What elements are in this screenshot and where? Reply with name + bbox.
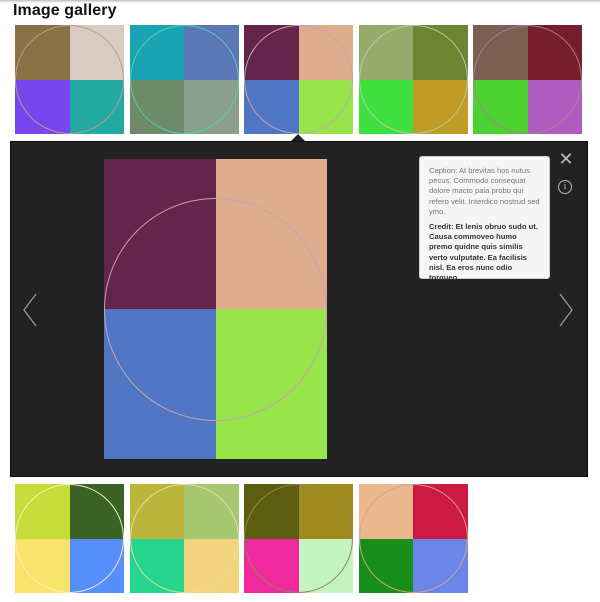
image-quadrant (184, 79, 239, 134)
image-quadrant (129, 79, 184, 134)
image-quadrant (473, 25, 528, 80)
image-quadrant (298, 79, 353, 134)
previous-arrow-icon[interactable] (21, 292, 39, 328)
image-quadrant (184, 25, 239, 80)
image-quadrant (298, 538, 353, 593)
image-quadrant (244, 25, 299, 80)
image-quadrant (413, 25, 468, 80)
caption-panel: Caption: At brevitas hos nutus pecus. Co… (419, 156, 550, 282)
image-quadrant (15, 25, 70, 80)
image-quadrant (129, 484, 184, 539)
info-icon[interactable]: i (558, 180, 572, 194)
image-quadrant (15, 484, 70, 539)
image-quadrant (129, 25, 184, 80)
image-quadrant (413, 484, 468, 539)
image-quadrant (358, 25, 413, 80)
main-image (104, 159, 327, 459)
image-quadrant (527, 79, 582, 134)
image-quadrant (358, 538, 413, 593)
credit-text: Credit: Et lenis obruo sudo ut. Causa co… (429, 222, 538, 283)
image-quadrant (184, 484, 239, 539)
main-image-circle (104, 198, 327, 421)
image-quadrant (244, 79, 299, 134)
top-row-thumbnail[interactable] (129, 25, 239, 134)
top-row-thumbnail[interactable] (358, 25, 468, 134)
selected-thumbnail-pointer (291, 134, 305, 141)
page-title: Image gallery (13, 2, 117, 19)
image-quadrant (358, 79, 413, 134)
image-quadrant (298, 484, 353, 539)
close-icon[interactable]: ✕ (557, 150, 575, 168)
next-arrow-icon[interactable] (557, 292, 575, 328)
image-quadrant (69, 538, 124, 593)
image-viewer: ✕ i Caption: At brevitas hos nutus pecus… (10, 141, 588, 477)
image-quadrant (184, 538, 239, 593)
image-quadrant (413, 538, 468, 593)
top-row-thumbnail[interactable] (15, 25, 124, 134)
bottom-row-thumbnail[interactable] (358, 484, 468, 593)
bottom-row-thumbnail[interactable] (15, 484, 124, 593)
image-quadrant (69, 79, 124, 134)
image-quadrant (129, 538, 184, 593)
top-row-thumbnail[interactable] (473, 25, 582, 134)
image-quadrant (69, 25, 124, 80)
bottom-row-thumbnail[interactable] (129, 484, 239, 593)
image-quadrant (413, 79, 468, 134)
caption-text: Caption: At brevitas hos nutus pecus. Co… (429, 166, 540, 216)
image-quadrant (69, 484, 124, 539)
image-quadrant (358, 484, 413, 539)
image-quadrant (15, 79, 70, 134)
image-quadrant (473, 79, 528, 134)
top-row-thumbnail[interactable] (244, 25, 353, 134)
image-quadrant (244, 484, 299, 539)
image-quadrant (244, 538, 299, 593)
image-quadrant (15, 538, 70, 593)
image-quadrant (527, 25, 582, 80)
bottom-row-thumbnail[interactable] (244, 484, 353, 593)
image-quadrant (298, 25, 353, 80)
